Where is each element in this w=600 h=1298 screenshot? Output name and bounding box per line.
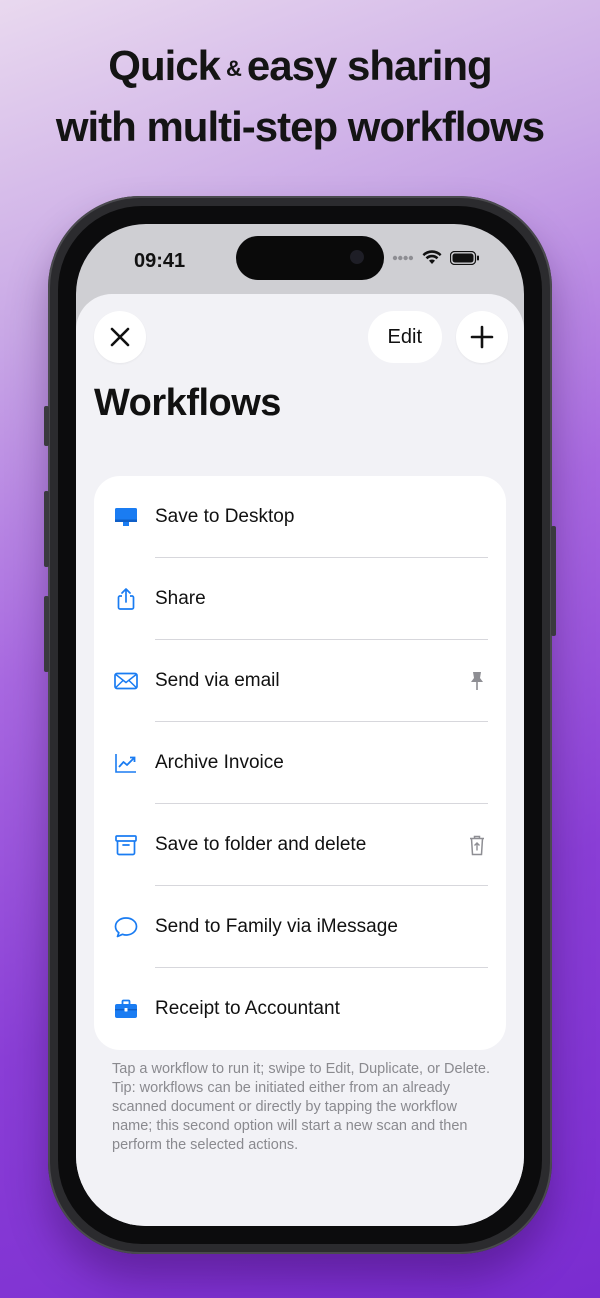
headline-line-1: Quick & easy sharing [108,42,492,89]
volume-down-button [44,596,49,672]
desktop-icon [115,508,137,526]
status-bar: 09:41 [76,224,524,288]
share-icon [117,588,135,610]
workflow-label: Share [155,588,206,609]
headline-line-2: with multi-step workflows [55,102,545,150]
archive-box-icon [115,835,137,856]
add-workflow-button[interactable] [456,311,508,363]
plus-icon [470,325,494,349]
workflow-row-save-to-folder-and-delete[interactable]: Save to folder and delete [94,804,506,886]
close-icon [110,327,130,347]
edit-button[interactable]: Edit [367,311,442,363]
chart-trend-icon [115,754,136,773]
workflow-label: Save to Desktop [155,506,295,527]
action-button [44,406,49,446]
signal-dots-icon [392,255,414,260]
workflow-row-archive-invoice[interactable]: Archive Invoice [94,722,506,804]
phone-bezel: 09:41 Edit Workflows Save to Desktop Sha… [58,206,542,1244]
power-button [551,526,556,636]
briefcase-icon [115,999,137,1018]
marketing-headline: Quick & easy sharing with multi-step workf… [0,38,600,155]
workflows-footnote: Tap a workflow to run it; swipe to Edit,… [112,1060,496,1155]
ampersand: & [226,55,242,81]
volume-up-button [44,491,49,567]
close-button[interactable] [94,311,146,363]
workflow-label: Send via email [155,670,280,691]
workflow-row-share[interactable]: Share [94,558,506,640]
workflow-label: Save to folder and delete [155,834,367,855]
phone-frame: 09:41 Edit Workflows Save to Desktop Sha… [44,196,556,1254]
trash-icon [470,835,484,856]
workflow-label: Send to Family via iMessage [155,916,398,937]
workflow-label: Archive Invoice [155,752,284,773]
footnote-tip: Tip: workflows can be initiated either f… [112,1080,468,1153]
workflows-sheet: Edit Workflows Save to Desktop Share Sen… [76,294,524,1226]
status-time: 09:41 [134,250,186,272]
pin-icon [471,672,483,690]
dynamic-island [236,236,384,280]
footnote-instructions: Tap a workflow to run it; swipe to Edit,… [112,1061,490,1077]
workflow-row-save-to-desktop[interactable]: Save to Desktop [94,476,506,558]
workflow-row-receipt-to-accountant[interactable]: Receipt to Accountant [94,968,506,1050]
wifi-icon [422,250,442,264]
status-icons [392,250,480,265]
workflow-row-send-to-family-via-imessage[interactable]: Send to Family via iMessage [94,886,506,968]
page-title: Workflows [94,382,281,424]
message-bubble-icon [114,917,138,938]
workflow-label: Receipt to Accountant [155,998,340,1019]
workflow-list: Save to Desktop Share Send via email Arc… [94,476,506,1050]
envelope-icon [114,672,138,690]
phone-screen: 09:41 Edit Workflows Save to Desktop Sha… [76,224,524,1226]
workflow-row-send-via-email[interactable]: Send via email [94,640,506,722]
battery-icon [450,250,479,265]
